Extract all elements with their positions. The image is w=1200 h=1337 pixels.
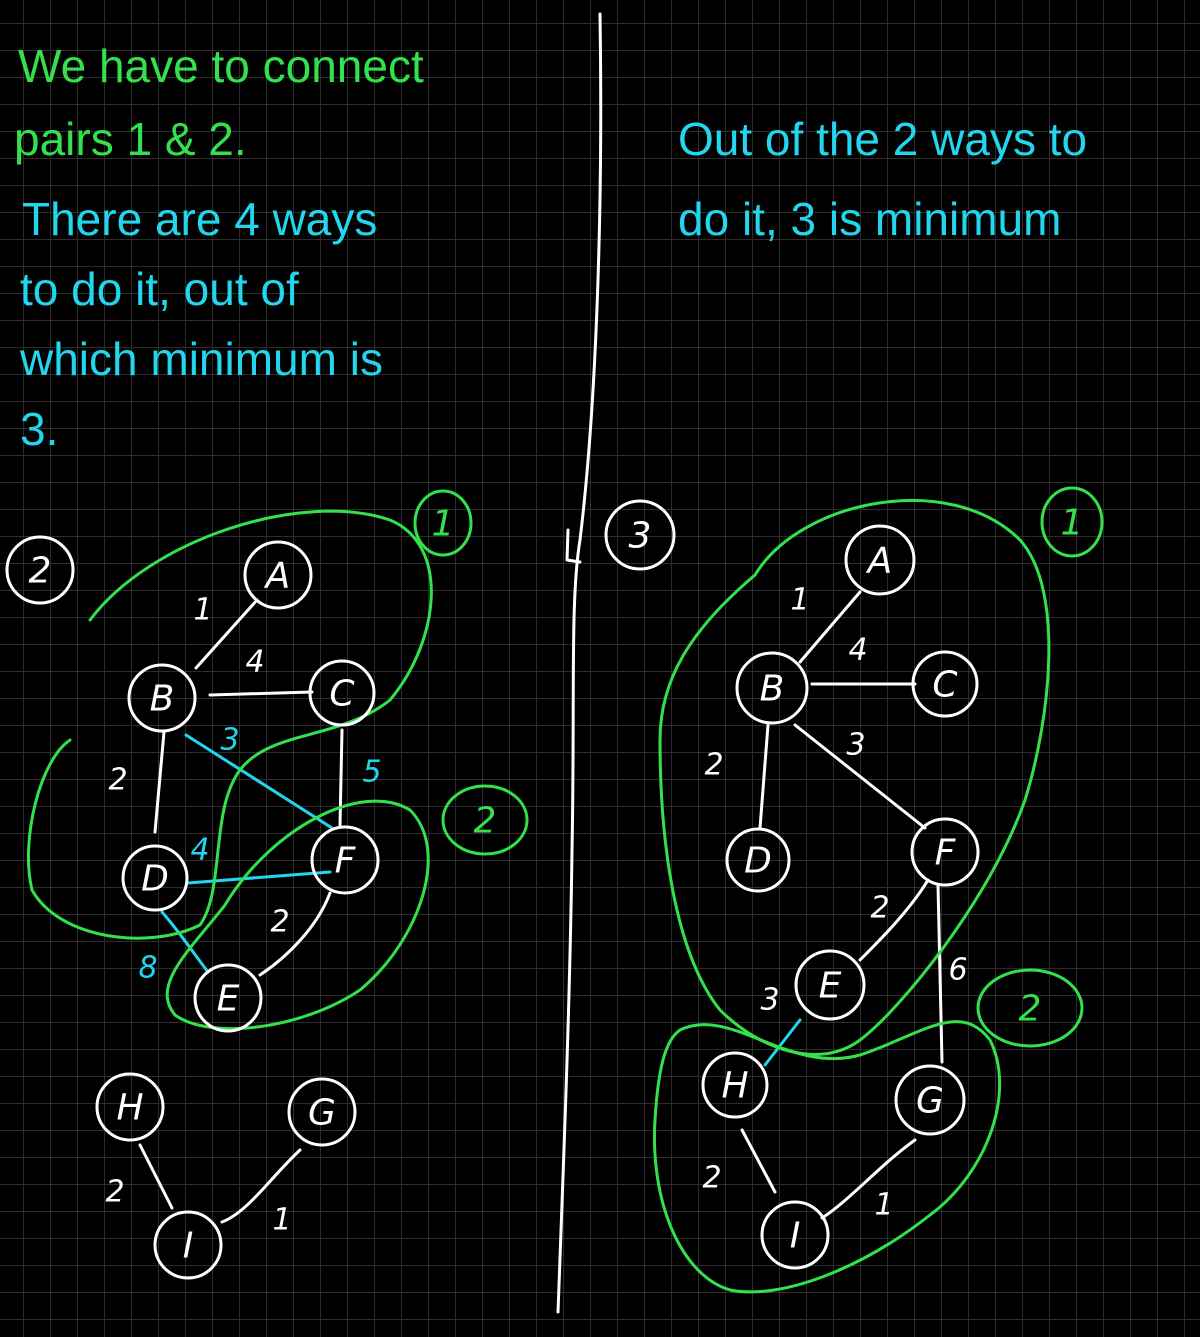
node-a-label: A: [264, 556, 291, 597]
node-b-label-right: B: [760, 669, 785, 710]
node-e-label-right: E: [819, 966, 842, 1007]
weight-g-i-right: 1: [874, 1188, 893, 1223]
group-2-outline-right: [652, 1020, 1002, 1294]
edge-b-d-right: [758, 723, 770, 830]
weight-a-b-right: 1: [790, 583, 809, 618]
weight-d-f: 4: [190, 833, 209, 868]
node-c-label: C: [329, 674, 355, 715]
edge-g-i-right: [820, 1138, 917, 1220]
weight-f-e: 2: [270, 905, 289, 940]
edge-b-f: [184, 733, 334, 830]
whiteboard-canvas: A B C D F E H G I 2 1 2 1 4 3 5 2 4 2 8 …: [5, 12, 1104, 1314]
weight-c-f: 5: [362, 755, 381, 790]
group-1-label-right: 1: [1061, 503, 1084, 544]
weight-h-i: 2: [105, 1175, 124, 1210]
weight-b-c: 4: [245, 645, 264, 680]
case-2-label: 2: [29, 551, 52, 592]
node-f-label: F: [335, 841, 357, 882]
edge-f-g-right: [936, 883, 944, 1064]
node-i-label: I: [183, 1226, 194, 1267]
weight-g-i: 1: [272, 1203, 291, 1238]
edge-d-f: [186, 870, 332, 885]
group-1-label: 1: [432, 504, 455, 545]
weight-b-f: 3: [220, 723, 239, 758]
node-c-label-right: C: [932, 665, 958, 706]
weight-b-f-right: 3: [846, 728, 865, 763]
group-2-label-right: 2: [1019, 989, 1042, 1030]
node-f-label-right: F: [935, 833, 957, 874]
weight-b-d: 2: [108, 763, 127, 798]
node-d-label-right: D: [744, 841, 772, 882]
weight-b-d-right: 2: [704, 748, 723, 783]
node-d-label: D: [141, 859, 169, 900]
node-e-label: E: [217, 979, 240, 1020]
weight-f-g-right: 6: [948, 953, 967, 988]
edge-b-d: [153, 730, 166, 834]
edge-h-i-right: [740, 1128, 777, 1194]
node-g-label: G: [308, 1093, 336, 1134]
node-h-label: H: [116, 1088, 143, 1129]
node-a-label-right: A: [866, 541, 893, 582]
group-2-label: 2: [474, 801, 497, 842]
panel-divider: [556, 12, 603, 1314]
node-h-label-right: H: [721, 1066, 748, 1107]
weight-a-b: 1: [193, 593, 212, 628]
node-g-label-right: G: [916, 1081, 944, 1122]
weight-f-e-right: 2: [870, 891, 889, 926]
weight-d-e: 8: [138, 951, 157, 986]
weight-e-h-right: 3: [760, 983, 779, 1018]
edge-h-i: [138, 1143, 174, 1210]
node-i-label-right: I: [790, 1216, 801, 1257]
edge-c-f: [338, 728, 344, 827]
node-b-label: B: [150, 679, 175, 720]
weight-b-c-right: 4: [848, 633, 867, 668]
edge-b-c: [208, 690, 314, 697]
weight-h-i-right: 2: [702, 1161, 721, 1196]
case-3-label: 3: [629, 516, 652, 557]
